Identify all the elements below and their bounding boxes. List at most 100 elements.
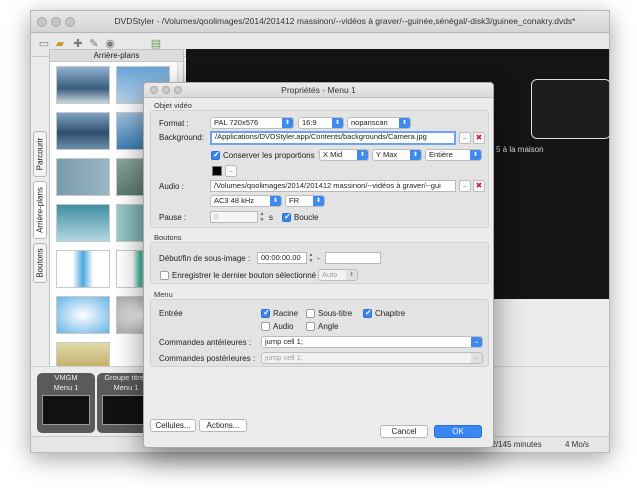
entry-soustitre-label: Sous-titre [318,309,353,318]
background-path-input[interactable]: /Applications/DVDStyler.app/Contents/bac… [210,131,456,145]
background-thumbnail[interactable] [56,66,110,104]
vmgm-menu-card[interactable]: VMGM Menu 1 [37,373,95,433]
preview-button-frame[interactable] [531,79,609,139]
background-thumbnail[interactable] [56,250,110,288]
audio-language-value: FR [289,196,299,205]
background-thumbnail[interactable] [56,296,110,334]
background-thumbnail[interactable] [56,158,110,196]
pause-stepper[interactable]: ▲ ▼ [259,211,265,223]
chevron-down-icon: ⬍ [332,118,343,128]
color-picker-button[interactable]: .. [225,165,237,177]
entry-angle-checkbox[interactable] [306,322,315,331]
aspect-select[interactable]: 16:9 ⬍ [298,117,344,129]
window-titlebar: DVDStyler - /Volumes/qoolimages/2014/201… [31,11,609,33]
tab-parcourir[interactable]: Parcourir [33,131,47,177]
audio-browse-button[interactable]: .. [459,180,471,192]
buttons-section-title: Boutons [154,233,182,242]
align-y-value: Y Max [376,150,398,159]
keep-ratio-checkbox[interactable] [211,150,221,160]
minimize-window-button[interactable] [51,17,61,27]
loop-label: Boucle [294,213,319,222]
actions-button[interactable]: Actions... [199,419,247,432]
cancel-button[interactable]: Cancel [380,425,428,438]
aspect-select-value: 16:9 [302,118,317,127]
fit-value: Entière [429,150,453,159]
chevron-down-icon: ⬍ [357,150,368,160]
tab-boutons-label: Boutons [35,248,45,278]
vmgm-menu-thumbnail [42,395,90,425]
align-x-select[interactable]: X Mid ⬍ [319,149,369,161]
vmgm-label: VMGM [54,373,78,382]
vmgm-menu-label: Menu 1 [53,383,79,392]
align-x-value: X Mid [323,150,343,159]
tab-parcourir-label: Parcourir [35,137,45,171]
subimage-end-input[interactable] [325,252,381,264]
keep-ratio-label: Conserver les proportions [223,151,315,160]
post-commands-value: jump cell 1; [265,353,303,362]
pause-input[interactable]: 0 [210,211,258,223]
save-last-button-checkbox[interactable] [160,271,169,280]
buttons-group: Début/fin de sous-image : 00:00:00.00 ▲ ▼… [150,242,489,284]
close-window-button[interactable] [37,17,47,27]
auto-select-value: Auto [322,270,338,279]
chevron-down-icon: ⌄ [471,353,482,363]
entry-audio-checkbox[interactable] [261,322,270,331]
format-select-value: PAL 720x576 [214,118,259,127]
background-label: Background: [159,133,204,142]
properties-dialog: Propriétés - Menu 1 Objet vidéo Format :… [143,82,494,448]
fit-select[interactable]: Entière ⬍ [425,149,482,161]
entry-soustitre-checkbox[interactable] [306,309,315,318]
ok-button[interactable]: OK [434,425,482,438]
align-y-select[interactable]: Y Max ⬍ [372,149,422,161]
entry-label: Entrée [159,309,183,318]
video-group: Format : PAL 720x576 ⬍ 16:9 ⬍ nopanscan … [150,110,489,228]
auto-select[interactable]: Auto ⬍ [318,269,358,281]
audio-delete-icon[interactable] [473,180,485,192]
background-color-swatch[interactable] [212,166,222,176]
chevron-down-icon: ⌄ [471,337,482,347]
audio-language-select[interactable]: FR ⬍ [285,195,325,207]
preview-overlay-text: 5 à la maison [496,145,544,154]
format-select[interactable]: PAL 720x576 ⬍ [210,117,294,129]
subimage-start-input[interactable]: 00:00:00.00 [257,252,307,264]
entry-chapitre-checkbox[interactable] [363,308,373,318]
loop-checkbox[interactable] [282,212,292,222]
scan-select[interactable]: nopanscan ⬍ [347,117,411,129]
video-section-title: Objet vidéo [154,101,192,110]
audio-label: Audio : [159,182,184,191]
background-thumbnail[interactable] [56,112,110,150]
tab-boutons[interactable]: Boutons [33,243,47,283]
pause-unit: s [269,213,273,222]
zoom-window-button[interactable] [65,17,75,27]
background-thumbnail[interactable] [56,204,110,242]
format-label: Format : [159,119,189,128]
subimage-label: Début/fin de sous-image : [159,254,251,263]
audio-codec-select[interactable]: AC3 48 kHz ⬍ [210,195,282,207]
background-thumbnail[interactable] [56,342,110,368]
tab-arriere-plans[interactable]: Arrière-plans [33,181,47,239]
chevron-down-icon: ⬍ [313,196,324,206]
pre-commands-label: Commandes antérieures : [159,338,252,347]
entry-racine-label: Racine [273,309,298,318]
menu-group: Entrée Racine Sous-titre Chapitre Audio … [150,299,489,367]
subimage-start-stepper[interactable]: ▲ ▼ [308,252,314,264]
chevron-down-icon: ⬍ [282,118,293,128]
pre-commands-combo[interactable]: jump cell 1; ⌄ [261,336,483,348]
cells-button[interactable]: Cellules... [150,419,196,432]
entry-racine-checkbox[interactable] [261,308,271,318]
backgrounds-header: Arrière-plans [50,50,183,62]
pre-commands-value: jump cell 1; [265,337,303,346]
background-delete-icon[interactable] [473,132,485,144]
entry-angle-label: Angle [318,322,339,331]
subimage-separator: - [317,254,320,263]
chevron-down-icon: ⬍ [346,270,357,280]
post-commands-combo[interactable]: jump cell 1; ⌄ [261,352,483,364]
dialog-titlebar: Propriétés - Menu 1 [144,83,493,98]
audio-path-input[interactable]: /Volumes/qoolimages/2014/201412 massinon… [210,180,456,192]
chevron-down-icon: ⬍ [270,196,281,206]
dialog-title: Propriétés - Menu 1 [281,85,356,95]
background-browse-button[interactable]: .. [459,132,471,144]
status-rate: 4 Mo/s [565,440,590,449]
save-last-button-label: Enregistrer le dernier bouton sélectionn… [172,271,317,280]
entry-audio-label: Audio [273,322,294,331]
